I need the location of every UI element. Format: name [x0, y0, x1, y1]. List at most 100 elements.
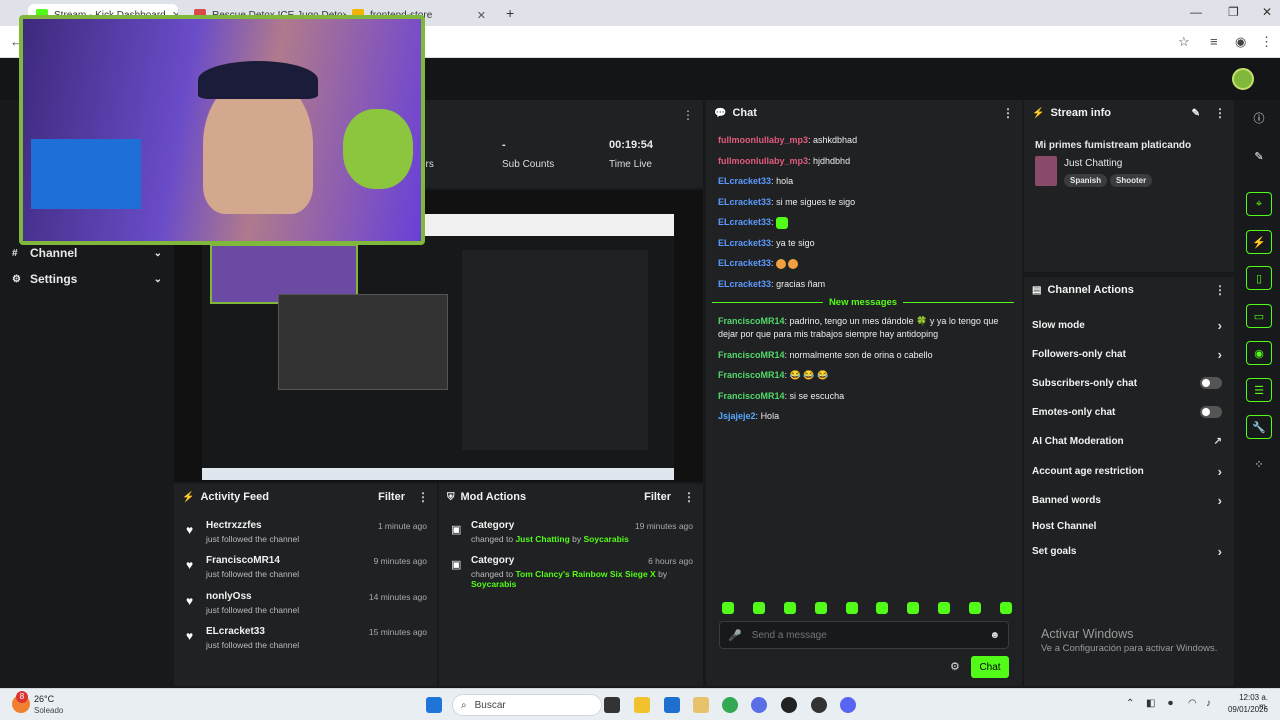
info-icon[interactable]: ⓘ — [1246, 106, 1272, 130]
mod-action-actor[interactable]: Soycarabis — [584, 534, 629, 544]
chat-username[interactable]: ELcracket33 — [718, 197, 771, 207]
mod-action-target[interactable]: Just Chatting — [515, 534, 569, 544]
file-explorer-icon[interactable] — [634, 697, 650, 713]
clock-date[interactable]: 09/01/2026 — [1224, 705, 1268, 714]
emoji-picker-icon[interactable]: ☻ — [989, 630, 1000, 641]
activity-user[interactable]: nonlyOss — [206, 591, 252, 602]
edit-pencil-icon[interactable]: ✎ — [1192, 108, 1200, 119]
chat-username[interactable]: ELcracket33 — [718, 258, 771, 268]
screenshot-icon[interactable]: ⌖ — [1246, 192, 1272, 216]
emote-button[interactable] — [999, 602, 1012, 614]
action-label: Emotes-only chat — [1032, 406, 1116, 418]
action-set-goals[interactable]: Set goals › — [1024, 541, 1234, 561]
emote-button[interactable] — [845, 602, 858, 614]
notepad-icon[interactable] — [693, 697, 709, 713]
bookmark-star-icon[interactable]: ☆ — [1178, 34, 1190, 50]
action-banned-words[interactable]: Banned words › — [1024, 490, 1234, 510]
chat-message-input[interactable] — [751, 629, 990, 641]
profile-icon[interactable]: ◉ — [1235, 34, 1246, 50]
emote-button[interactable] — [907, 602, 920, 614]
more-options-icon[interactable]: ⋮ — [682, 108, 694, 122]
emote-button[interactable] — [783, 602, 796, 614]
channel-actions-title: Channel Actions — [1047, 284, 1134, 296]
chatgpt-icon[interactable] — [781, 697, 797, 713]
kick-emote-icon — [776, 216, 789, 229]
chrome-icon[interactable] — [722, 697, 738, 713]
drag-handle-icon[interactable]: ⁘ — [1246, 452, 1272, 476]
reading-list-icon[interactable]: ≡ — [1210, 34, 1218, 49]
minimize-icon[interactable]: — — [1190, 5, 1202, 19]
close-tab-icon[interactable]: ✕ — [477, 9, 486, 22]
chat-username[interactable]: FranciscoMR14 — [718, 316, 785, 326]
wifi-icon[interactable]: ◠ — [1188, 698, 1197, 709]
tray-mic-icon[interactable]: ⏺ — [1168, 698, 1173, 709]
activity-filter-button[interactable]: Filter — [378, 491, 405, 503]
mod-action-actor[interactable]: Soycarabis — [471, 579, 516, 589]
chat-username[interactable]: ELcracket33 — [718, 176, 771, 186]
mod-action-by: by — [572, 534, 582, 544]
document-icon[interactable]: ▯ — [1246, 266, 1272, 290]
mod-action-target[interactable]: Tom Clancy's Rainbow Six Siege X — [515, 569, 655, 579]
subscribers-only-toggle[interactable] — [1200, 377, 1222, 389]
emote-button[interactable] — [722, 602, 734, 614]
more-options-icon[interactable]: ⋮ — [683, 490, 695, 504]
broadcast-icon[interactable]: ◉ — [1246, 341, 1272, 365]
more-options-icon[interactable]: ⋮ — [1214, 283, 1226, 297]
maximize-icon[interactable]: ❐ — [1228, 5, 1239, 19]
chat-username[interactable]: fullmoonlullaby_mp3 — [718, 156, 808, 166]
emote-button[interactable] — [752, 602, 765, 614]
chat-username[interactable]: ELcracket33 — [718, 217, 771, 227]
user-avatar[interactable] — [1232, 68, 1254, 90]
app-icon[interactable] — [751, 697, 767, 713]
sidebar-item-channel[interactable]: # Channel ⌄ — [12, 245, 162, 261]
layout-icon[interactable]: ☰ — [1246, 378, 1272, 402]
action-slow-mode[interactable]: Slow mode › — [1024, 315, 1234, 335]
chat-username[interactable]: FranciscoMR14 — [718, 350, 785, 360]
action-followers-only[interactable]: Followers-only chat › — [1024, 344, 1234, 364]
emotes-only-toggle[interactable] — [1200, 406, 1222, 418]
more-options-icon[interactable]: ⋮ — [417, 490, 429, 504]
store-icon[interactable] — [664, 697, 680, 713]
mod-filter-button[interactable]: Filter — [644, 491, 671, 503]
browser-menu-icon[interactable]: ⋮ — [1260, 34, 1273, 50]
chat-input-box[interactable]: 🎤 ☻ — [719, 621, 1009, 649]
emote-button[interactable] — [814, 602, 827, 614]
action-host-channel[interactable]: Host Channel — [1024, 516, 1234, 536]
sidebar-item-settings[interactable]: ⚙ Settings ⌄ — [12, 271, 162, 287]
chat-settings-gear-icon[interactable]: ⚙ — [950, 660, 960, 673]
more-options-icon[interactable]: ⋮ — [1002, 106, 1014, 120]
close-window-icon[interactable]: ✕ — [1262, 5, 1272, 19]
activity-user[interactable]: Hectrxzzfes — [206, 520, 262, 531]
chat-username[interactable]: Jsjajeje2 — [718, 411, 756, 421]
activity-user[interactable]: FranciscoMR14 — [206, 555, 280, 566]
stream-category[interactable]: Just Chatting — [1064, 158, 1122, 169]
chat-username[interactable]: FranciscoMR14 — [718, 370, 785, 380]
action-subscribers-only: Subscribers-only chat — [1024, 373, 1234, 393]
tray-app-icon[interactable]: ◧ — [1146, 698, 1155, 709]
action-account-age[interactable]: Account age restriction › — [1024, 461, 1234, 481]
tray-chevron-icon[interactable]: ⌃ — [1126, 698, 1134, 709]
microphone-icon[interactable]: 🎤 — [728, 629, 742, 642]
discord-icon[interactable] — [840, 697, 856, 713]
pencil-icon[interactable]: ✎ — [1246, 144, 1272, 168]
new-tab-button[interactable]: + — [506, 5, 514, 21]
emote-button[interactable] — [969, 602, 981, 614]
chat-send-button[interactable]: Chat — [971, 656, 1009, 678]
task-view-icon[interactable] — [604, 697, 620, 713]
taskbar-search[interactable]: ⌕ Buscar — [452, 694, 602, 716]
more-options-icon[interactable]: ⋮ — [1214, 106, 1226, 120]
action-ai-moderation[interactable]: AI Chat Moderation ↗ — [1024, 431, 1234, 451]
chat-username[interactable]: fullmoonlullaby_mp3 — [718, 135, 808, 145]
emote-button[interactable] — [876, 602, 889, 614]
activity-user[interactable]: ELcracket33 — [206, 626, 265, 637]
chat-username[interactable]: FranciscoMR14 — [718, 391, 785, 401]
wrench-icon[interactable]: 🔧 — [1246, 415, 1272, 439]
chat-username[interactable]: ELcracket33 — [718, 238, 771, 248]
chat-username[interactable]: ELcracket33 — [718, 279, 771, 289]
lightning-icon[interactable]: ⚡ — [1246, 230, 1272, 254]
obs-icon[interactable] — [811, 697, 827, 713]
chat-rail-icon[interactable]: ▭ — [1246, 304, 1272, 328]
emote-button[interactable] — [938, 602, 951, 614]
volume-icon[interactable]: ♪ — [1206, 698, 1211, 709]
windows-start-icon[interactable] — [426, 697, 442, 713]
